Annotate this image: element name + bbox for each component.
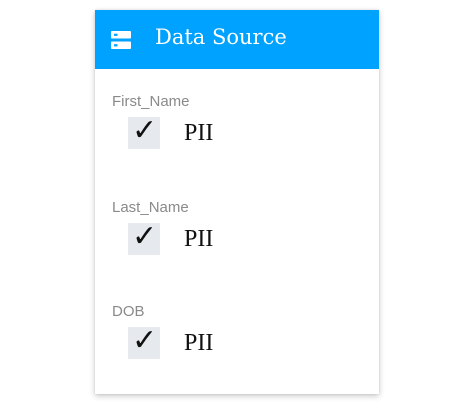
data-source-card: Data Source First_Name ✓ PII Last_Name ✓… bbox=[95, 10, 379, 394]
database-icon bbox=[111, 31, 131, 49]
pii-checkbox[interactable]: ✓ bbox=[128, 323, 160, 359]
pii-checkbox-label: PII bbox=[184, 330, 214, 356]
pii-checkbox[interactable]: ✓ bbox=[128, 219, 160, 255]
checkmark-icon: ✓ bbox=[132, 219, 158, 254]
field-label: DOB bbox=[112, 303, 145, 320]
field-label: First_Name bbox=[112, 93, 190, 110]
checkmark-icon: ✓ bbox=[132, 113, 158, 148]
card-header: Data Source bbox=[95, 10, 379, 69]
pii-checkbox[interactable]: ✓ bbox=[128, 113, 160, 149]
card-title: Data Source bbox=[155, 25, 287, 49]
field-label: Last_Name bbox=[112, 199, 189, 216]
pii-checkbox-row[interactable]: ✓ PII bbox=[128, 219, 328, 255]
pii-checkbox-label: PII bbox=[184, 120, 214, 146]
checkmark-icon: ✓ bbox=[132, 323, 158, 358]
pii-checkbox-row[interactable]: ✓ PII bbox=[128, 323, 328, 359]
pii-checkbox-label: PII bbox=[184, 226, 214, 252]
pii-checkbox-row[interactable]: ✓ PII bbox=[128, 113, 328, 149]
